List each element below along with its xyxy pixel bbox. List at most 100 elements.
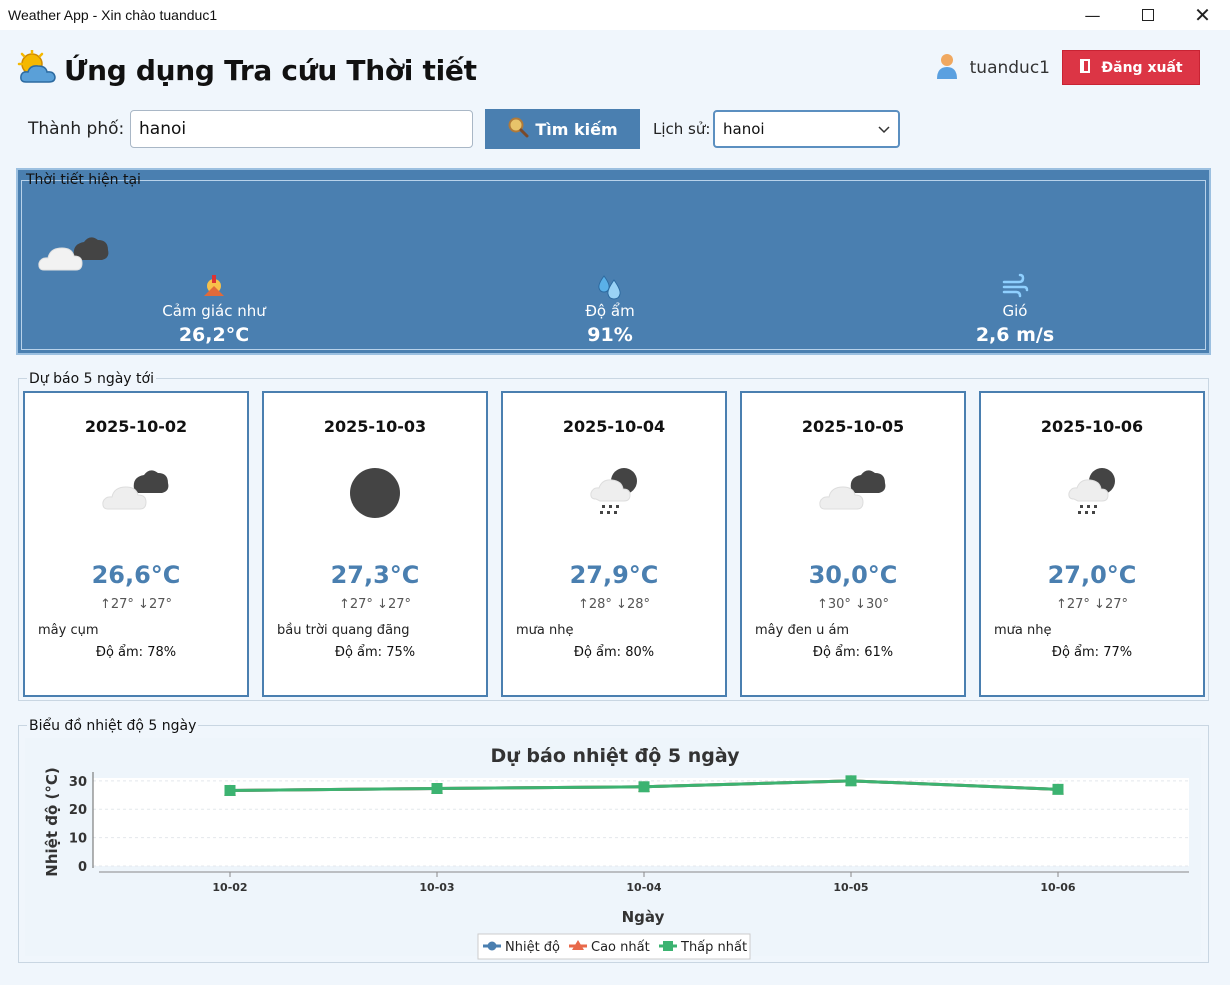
y-tick-label: 20 <box>69 803 87 818</box>
logout-door-icon <box>1079 58 1093 78</box>
app-header: Ứng dụng Tra cứu Thời tiết <box>16 48 477 90</box>
minimize-button[interactable]: — <box>1065 0 1120 30</box>
x-axis-label: Ngày <box>622 908 665 926</box>
window-title: Weather App - Xin chào tuanduc1 <box>8 7 218 23</box>
wind-icon <box>915 272 1115 300</box>
forecast-card: 2025-10-04 27,9°C ↑28° ↓28° mưa nhẹ Độ ẩ… <box>501 391 727 697</box>
x-tick-label: 10-03 <box>419 881 454 894</box>
forecast-desc: mưa nhẹ <box>516 623 574 638</box>
sun-cloud-icon <box>16 48 58 90</box>
forecast-humidity: Độ ẩm: 75% <box>334 645 416 660</box>
forecast-hilo: ↑27° ↓27° <box>99 597 172 612</box>
forecast-desc: bầu trời quang đãng <box>277 623 410 638</box>
forecast-humidity: Độ ẩm: 77% <box>1051 645 1133 660</box>
city-input-value: hanoi <box>139 119 187 139</box>
series-point <box>431 783 443 795</box>
x-tick-label: 10-05 <box>833 881 868 894</box>
logout-label: Đăng xuất <box>1101 59 1183 76</box>
history-label: Lịch sử: <box>653 120 711 138</box>
maximize-icon <box>1141 9 1154 21</box>
broken-clouds-icon <box>25 465 247 513</box>
forecast-humidity: Độ ẩm: 61% <box>812 645 894 660</box>
forecast-date: 2025-10-03 <box>323 417 427 436</box>
x-tick-label: 10-06 <box>1040 881 1076 894</box>
forecast-legend: Dự báo 5 ngày tới <box>27 371 156 387</box>
chart-section: Biểu đồ nhiệt độ 5 ngày Dự báo nhiệt độ … <box>18 718 1209 963</box>
window-controls: — ✕ <box>1065 0 1230 30</box>
forecast-date: 2025-10-06 <box>1040 417 1144 436</box>
current-weather-legend: Thời tiết hiện tại <box>26 172 141 188</box>
forecast-desc: mưa nhẹ <box>994 623 1052 638</box>
forecast-humidity: Độ ẩm: 78% <box>95 645 177 660</box>
series-point <box>638 781 650 793</box>
magnifier-icon <box>507 116 529 142</box>
forecast-hilo: ↑27° ↓27° <box>338 597 411 612</box>
maximize-button[interactable] <box>1120 0 1175 30</box>
forecast-desc: mây đen u ám <box>755 623 850 638</box>
rain-night-icon <box>981 465 1203 521</box>
logout-button[interactable]: Đăng xuất <box>1062 50 1200 85</box>
humidity-label: Độ ẩm <box>585 302 635 320</box>
rain-night-icon <box>503 465 725 521</box>
wind-label: Gió <box>1002 302 1028 320</box>
legend-label: Cao nhất <box>591 940 650 955</box>
series-point <box>845 775 857 787</box>
user-avatar-icon <box>936 53 958 83</box>
forecast-section: Dự báo 5 ngày tới 2025-10-02 26,6°C ↑27°… <box>18 371 1209 701</box>
search-button-label: Tìm kiếm <box>535 119 618 139</box>
current-weather-panel: Thời tiết hiện tại Cảm giác như 26,2°C Đ… <box>16 168 1211 355</box>
forecast-temp: 27,9°C <box>569 561 659 589</box>
forecast-hilo: ↑30° ↓30° <box>816 597 889 612</box>
temperature-chart: Dự báo nhiệt độ 5 ngày 0 10 20 30 10-02 10-03 1… <box>25 738 1201 960</box>
legend-marker <box>487 941 497 951</box>
forecast-temp: 27,3°C <box>330 561 420 589</box>
humidity-metric: Độ ẩm 91% <box>510 272 710 346</box>
forecast-temp: 30,0°C <box>808 561 898 589</box>
y-tick-label: 30 <box>69 775 87 790</box>
humidity-value: 91% <box>587 324 633 346</box>
forecast-temp: 26,6°C <box>91 561 181 589</box>
minimize-icon: — <box>1084 5 1101 25</box>
humidity-drop-icon <box>510 272 710 300</box>
legend-label: Thấp nhất <box>680 940 747 955</box>
close-icon: ✕ <box>1194 3 1211 27</box>
history-dropdown[interactable]: hanoi <box>713 110 900 148</box>
wind-value: 2,6 m/s <box>975 324 1055 346</box>
user-area: tuanduc1 Đăng xuất <box>936 50 1200 85</box>
clear-night-icon <box>264 465 486 521</box>
history-selected-value: hanoi <box>723 120 765 138</box>
forecast-date: 2025-10-05 <box>801 417 905 436</box>
search-row: Thành phố: hanoi Tìm kiếm Lịch sử: hanoi <box>28 109 900 149</box>
forecast-card: 2025-10-02 26,6°C ↑27° ↓27° mây cụm Độ ẩ… <box>23 391 249 697</box>
y-tick-label: 0 <box>78 860 87 875</box>
x-tick-label: 10-04 <box>626 881 662 894</box>
forecast-card: 2025-10-05 30,0°C ↑30° ↓30° mây đen u ám… <box>740 391 966 697</box>
legend-label: Nhiệt độ <box>505 940 560 955</box>
close-button[interactable]: ✕ <box>1175 0 1230 30</box>
broken-clouds-icon <box>38 230 110 278</box>
legend-marker <box>663 941 673 951</box>
forecast-card: 2025-10-06 27,0°C ↑27° ↓27° mưa nhẹ Độ ẩ… <box>979 391 1205 697</box>
app-body: Ứng dụng Tra cứu Thời tiết tuanduc1 Đăng… <box>0 30 1230 985</box>
forecast-date: 2025-10-02 <box>84 417 188 436</box>
feels-like-label: Cảm giác như <box>162 302 266 320</box>
thermometer-person-icon <box>114 272 314 300</box>
broken-clouds-icon <box>742 465 964 513</box>
city-input[interactable]: hanoi <box>130 110 473 148</box>
y-tick-label: 10 <box>69 832 87 847</box>
search-button[interactable]: Tìm kiếm <box>485 109 640 149</box>
x-tick-label: 10-02 <box>212 881 247 894</box>
forecast-desc: mây cụm <box>38 623 99 638</box>
forecast-date: 2025-10-04 <box>562 417 666 436</box>
chart-title: Dự báo nhiệt độ 5 ngày <box>490 745 740 767</box>
window-titlebar: Weather App - Xin chào tuanduc1 — ✕ <box>0 0 1230 30</box>
username-label: tuanduc1 <box>969 57 1050 78</box>
forecast-hilo: ↑28° ↓28° <box>577 597 650 612</box>
forecast-hilo: ↑27° ↓27° <box>1055 597 1128 612</box>
forecast-temp: 27,0°C <box>1047 561 1137 589</box>
feels-like-metric: Cảm giác như 26,2°C <box>114 272 314 346</box>
series-point <box>1052 783 1064 795</box>
forecast-humidity: Độ ẩm: 80% <box>573 645 655 660</box>
feels-like-value: 26,2°C <box>178 324 250 346</box>
forecast-card: 2025-10-03 27,3°C ↑27° ↓27° bầu trời qua… <box>262 391 488 697</box>
